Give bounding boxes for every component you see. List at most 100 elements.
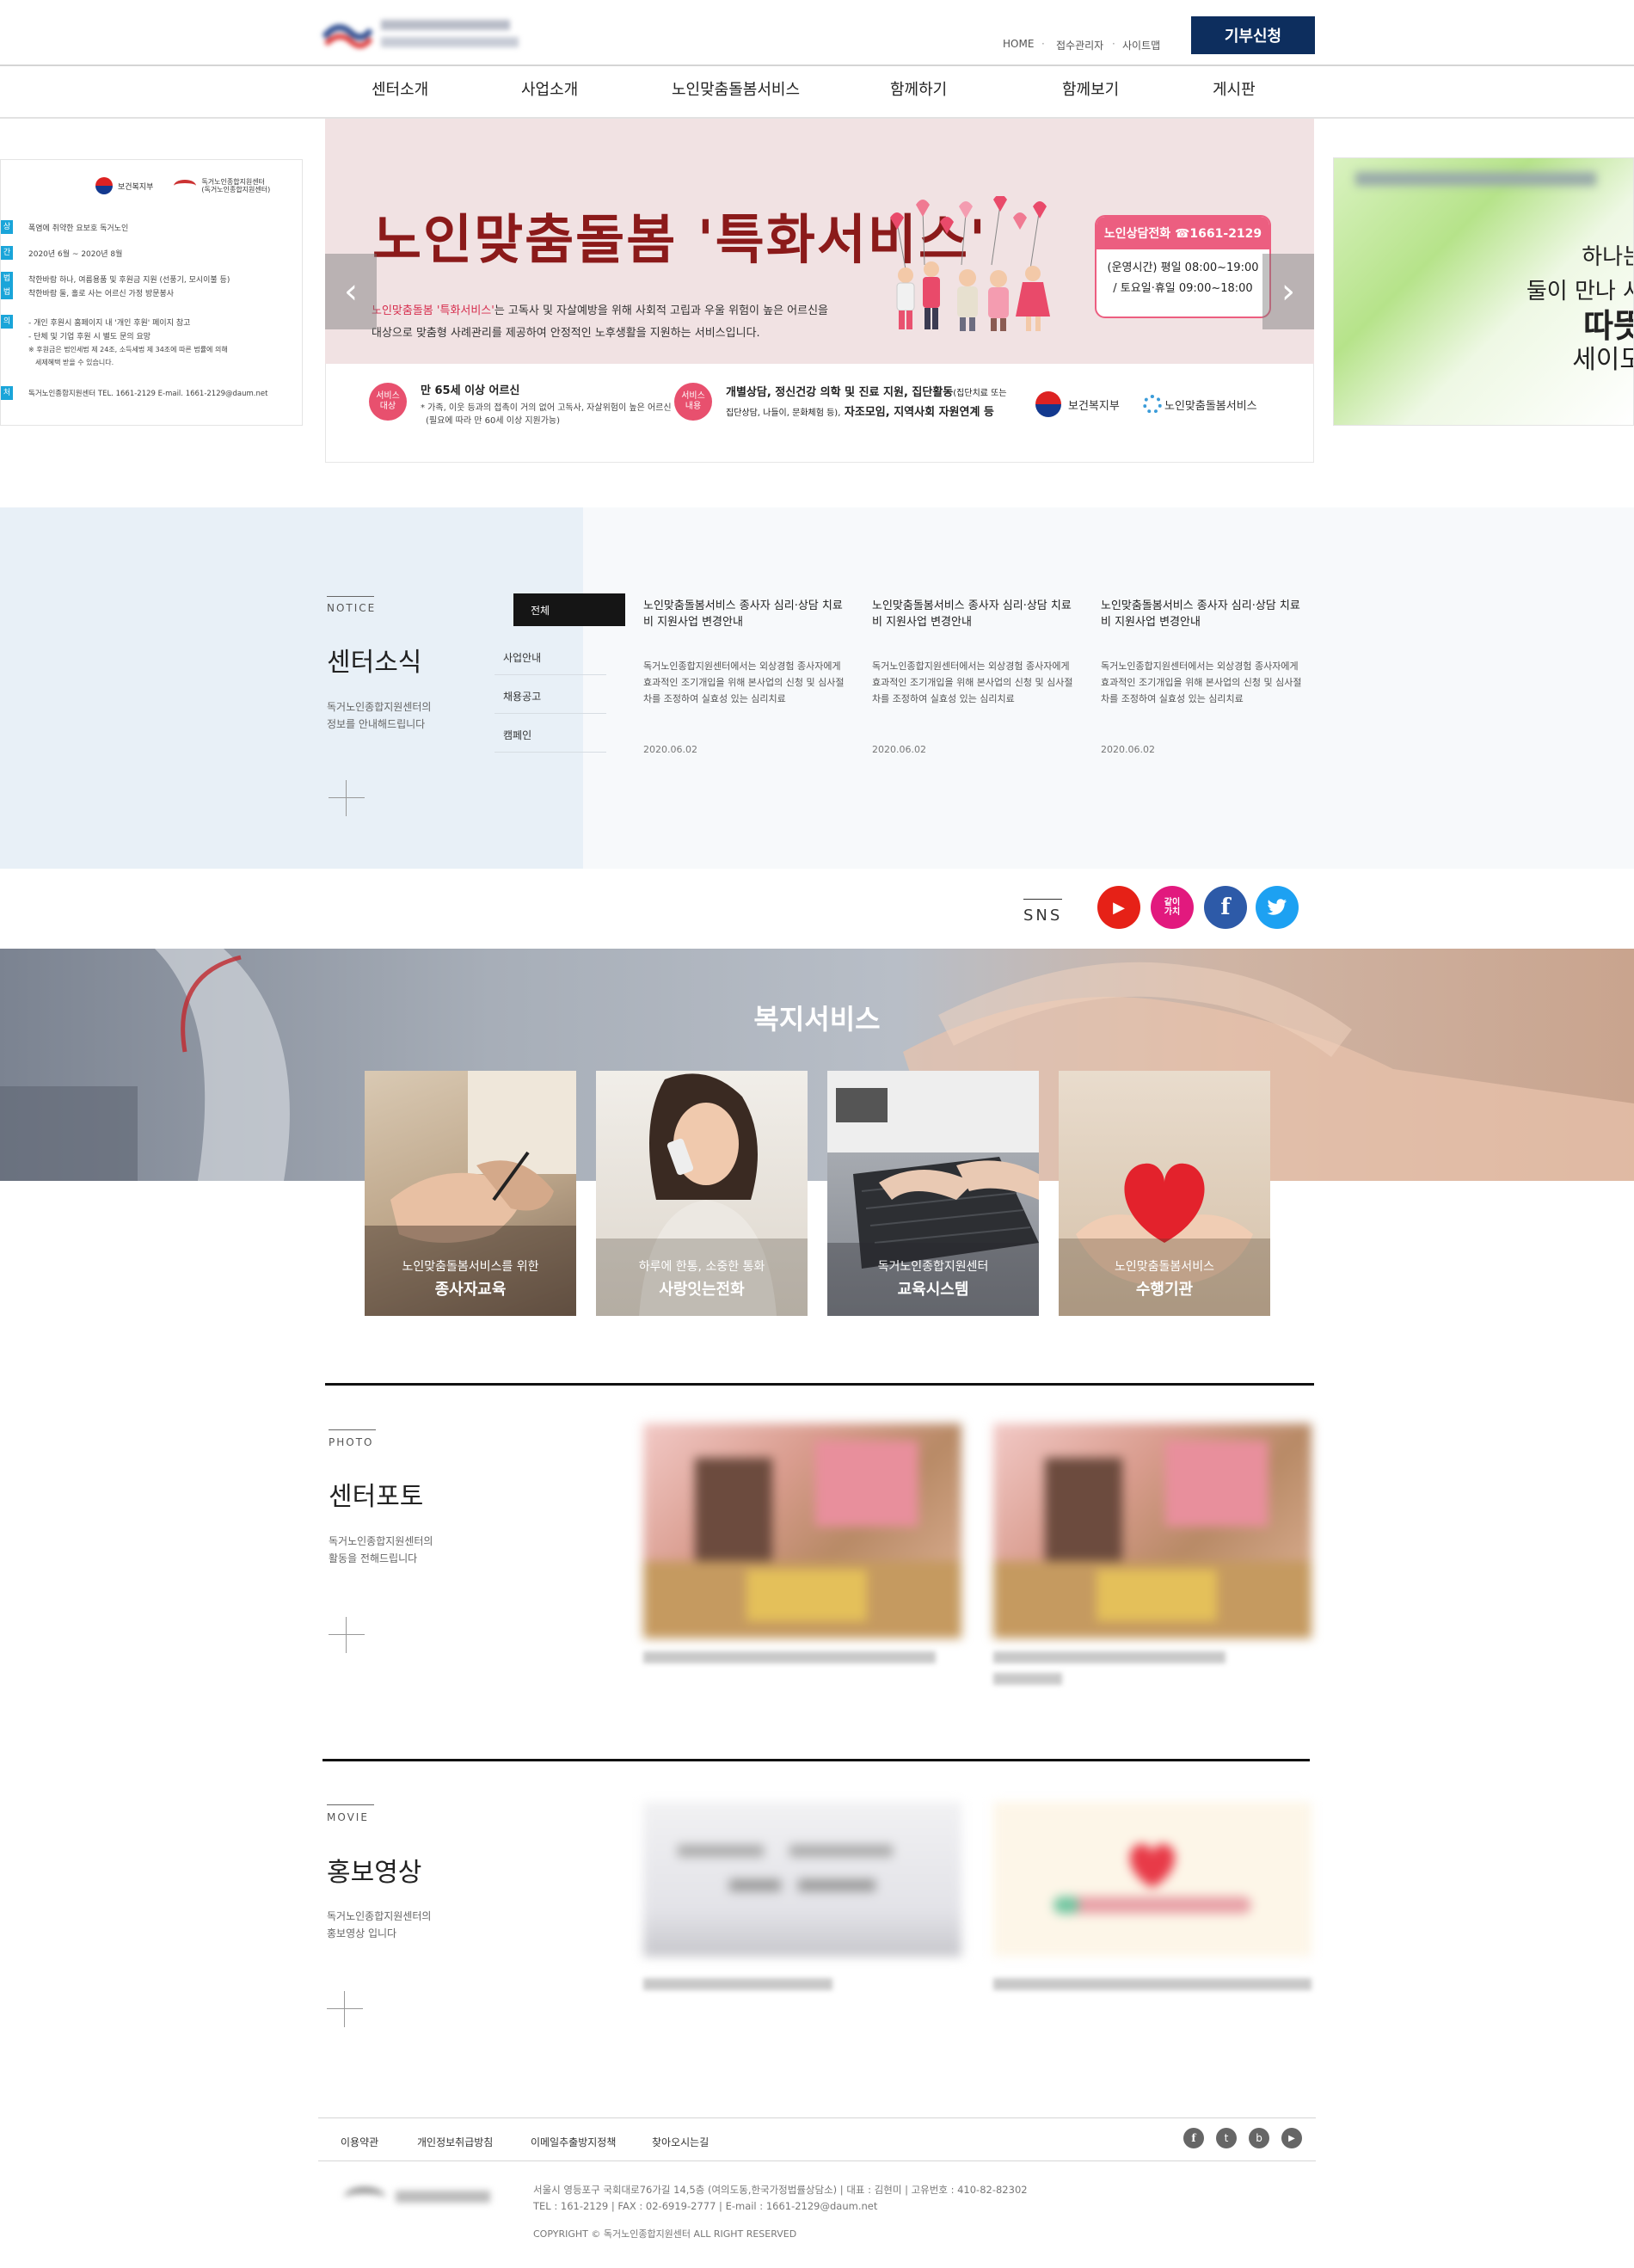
gnb-item-board[interactable]: 게시판	[1213, 77, 1256, 100]
twitter-icon: t	[1224, 2132, 1229, 2144]
notice-post[interactable]: 노인맞춤돌봄서비스 종사자 심리·상담 치료비 지원사업 변경안내 독거노인종합…	[872, 598, 1074, 755]
post-title: 노인맞춤돌봄서비스 종사자 심리·상담 치료비 지원사업 변경안내	[872, 599, 1072, 629]
card-line: 독거노인종합지원센터 TEL. 1661-2129 E-mail. 1661-2…	[28, 390, 268, 398]
calligraphy-text: 하나는 둘이 만나 사 따뜻 세이도	[1523, 240, 1633, 378]
card-line: - 단체 및 기업 후원 시 별도 문의 요망	[28, 333, 151, 341]
welfare-card-edu-system[interactable]: 독거노인종합지원센터 교육시스템	[827, 1071, 1039, 1316]
footer-twitter-button[interactable]: t	[1216, 2128, 1237, 2148]
hours-weekday: (운영시간) 평일 08:00~19:00	[1107, 261, 1259, 274]
movie-desc: 독거노인종합지원센터의 홍보영상 입니다	[327, 1908, 431, 1942]
tab-campaign[interactable]: 캠페인	[494, 718, 606, 753]
center-name-sub: (독거노인종합지원센터)	[201, 186, 271, 194]
card-subtitle: 노인맞춤돌봄서비스	[1115, 1260, 1214, 1274]
util-sitemap-link[interactable]: 사이트맵	[1122, 38, 1160, 52]
badge-label: 서비스 내용	[681, 391, 705, 411]
footer-top-line	[318, 2117, 1316, 2118]
blurred-photo-icon	[643, 1441, 961, 1638]
photo-thumbnail[interactable]	[993, 1423, 1312, 1638]
service-target-desc: * 가족, 이웃 등과의 접촉이 거의 없어 고독사, 자살위험이 높은 어르신	[421, 403, 672, 413]
footer-privacy-link[interactable]: 개인정보취급방침	[417, 2135, 493, 2149]
youtube-icon: ▶	[1113, 898, 1125, 917]
video-thumbnail[interactable]	[993, 1802, 1312, 1957]
sns-line	[1023, 899, 1062, 900]
footer-blog-button[interactable]: b	[1249, 2128, 1269, 2148]
together-value-button[interactable]: 같이 가치	[1151, 886, 1194, 929]
tab-all[interactable]: 전체	[513, 593, 625, 626]
welfare-card-agency[interactable]: 노인맞춤돌봄서비스 수행기관	[1059, 1071, 1270, 1316]
gnb-item-together[interactable]: 함께하기	[890, 77, 947, 100]
util-admin-link[interactable]: 접수관리자	[1056, 38, 1103, 52]
twitter-button[interactable]: 🐦	[1256, 886, 1299, 929]
org-name: 보건복지부	[118, 182, 154, 192]
desk-photo-background-icon	[0, 949, 1634, 1181]
util-separator: ·	[1041, 38, 1045, 50]
photo-desc-line: 독거노인종합지원센터의	[329, 1535, 433, 1547]
blurred-video-icon	[678, 1845, 893, 1891]
banner-prev-arrow[interactable]: ‹	[325, 254, 377, 329]
footer-copyright: COPYRIGHT © 독거노인종합지원센터 ALL RIGHT RESERVE…	[533, 2228, 797, 2240]
movie-title: 홍보영상	[327, 1858, 422, 1888]
notice-more-plus-icon[interactable]	[329, 780, 365, 816]
tag: 간	[1, 246, 13, 260]
footer-email-policy-link[interactable]: 이메일추출방지정책	[531, 2135, 616, 2149]
photo-desc: 독거노인종합지원센터의 활동을 전해드립니다	[329, 1533, 433, 1567]
tag: 처	[1, 386, 13, 400]
gnb-item-about[interactable]: 센터소개	[372, 77, 428, 100]
gnb-item-watch[interactable]: 함께보기	[1062, 77, 1119, 100]
card-title: 사랑잇는전화	[659, 1281, 745, 1299]
tab-business-info[interactable]: 사업안내	[494, 641, 606, 675]
notice-post[interactable]: 노인맞춤돌봄서비스 종사자 심리·상담 치료비 지원사업 변경안내 독거노인종합…	[643, 598, 845, 755]
footer-directions-link[interactable]: 찾아오시는길	[652, 2135, 709, 2149]
main-banner-slide[interactable]: 노인맞춤돌봄 '특화서비스' 노인상담전화 ☎1661-2129 (운영시간) …	[325, 119, 1314, 463]
gnb-item-business[interactable]: 사업소개	[521, 77, 578, 100]
service-target-title: 만 65세 이상 어르신	[421, 384, 520, 397]
site-logo[interactable]	[322, 13, 525, 58]
footer-youtube-button[interactable]: ▶	[1281, 2128, 1302, 2148]
banner-top: 노인맞춤돌봄 '특화서비스' 노인상담전화 ☎1661-2129 (운영시간) …	[325, 119, 1314, 364]
video-thumbnail[interactable]	[643, 1802, 961, 1957]
photo-desc-line: 활동을 전해드립니다	[329, 1552, 418, 1564]
service-content-line1: 개별상담, 정신건강 의학 및 진료 지원, 집단활동(집단치료 또는	[726, 383, 1007, 399]
photo-thumbnail[interactable]	[643, 1423, 961, 1638]
prev-slide-card[interactable]: 보건복지부 독거노인종합지원센터 (독거노인종합지원센터) 상 폭염에 취약한 …	[0, 159, 303, 426]
util-home-link[interactable]: HOME	[1003, 38, 1034, 50]
notice-desc-line: 독거노인종합지원센터의	[327, 701, 432, 713]
youtube-icon: ▶	[1288, 2133, 1295, 2143]
welfare-card-love-call[interactable]: 하루에 한통, 소중한 통화 사랑잇는전화	[596, 1071, 808, 1316]
service-target-badge: 서비스 대상	[369, 383, 407, 421]
video-caption-blurred	[643, 1978, 832, 1990]
movie-more-plus-icon[interactable]	[327, 1991, 363, 2027]
tab-recruit[interactable]: 채용공고	[494, 679, 606, 714]
welfare-card-worker-education[interactable]: 노인맞춤돌봄서비스를 위한 종사자교육	[365, 1071, 576, 1316]
card-line: 폭염에 취약한 요보호 독거노인	[28, 224, 129, 233]
footer-terms-link[interactable]: 이용약관	[341, 2135, 378, 2149]
counsel-phone-hours: (운영시간) 평일 08:00~19:00 / 토요일·휴일 09:00~18:…	[1096, 249, 1269, 299]
banner-description: 노인맞춤돌봄 '특화서비스'는 고독사 및 자살예방을 위해 사회적 고립과 우…	[372, 300, 922, 345]
movie-desc-line: 독거노인종합지원센터의	[327, 1910, 432, 1922]
chevron-left-icon: ‹	[344, 272, 358, 311]
tag: 법	[1, 272, 13, 286]
movie-eng-label: MOVIE	[327, 1811, 369, 1823]
post-date: 2020.06.02	[872, 744, 926, 755]
donate-button[interactable]: 기부신청	[1191, 16, 1315, 54]
post-date: 2020.06.02	[643, 744, 697, 755]
facebook-button[interactable]: f	[1204, 886, 1247, 929]
photo-more-plus-icon[interactable]	[329, 1617, 365, 1653]
counsel-phone-title: 노인상담전화 ☎1661-2129	[1096, 217, 1269, 249]
together-value-icon: 같이 가치	[1164, 898, 1181, 917]
hours-weekend: / 토요일·휴일 09:00~18:00	[1113, 282, 1253, 295]
youtube-button[interactable]: ▶	[1097, 886, 1140, 929]
card-line: 착한바람 둘, 홀로 사는 어르신 가정 방문봉사	[28, 290, 175, 298]
footer-facebook-button[interactable]: f	[1183, 2128, 1204, 2148]
logo-mark-icon	[322, 24, 372, 49]
site-header: HOME · 접수관리자 · 사이트맵 기부신청 센터소개 사업소개 노인맞춤돌…	[0, 0, 1634, 119]
notice-post[interactable]: 노인맞춤돌봄서비스 종사자 심리·상담 치료비 지원사업 변경안내 독거노인종합…	[1101, 598, 1303, 755]
gnb-item-care-service[interactable]: 노인맞춤돌봄서비스	[672, 77, 800, 100]
service-target-note: (필요에 따라 만 60세 이상 지원가능)	[426, 416, 561, 426]
movie-section-topline	[322, 1759, 1310, 1761]
care-service-logo-text: 노인맞춤돌봄서비스	[1164, 400, 1257, 413]
banner-next-arrow[interactable]: ›	[1262, 254, 1314, 329]
photo-eng-label: PHOTO	[329, 1436, 374, 1448]
next-slide-card[interactable]: 하나는 둘이 만나 사 따뜻 세이도	[1333, 157, 1634, 426]
util-separator: ·	[1112, 38, 1115, 50]
